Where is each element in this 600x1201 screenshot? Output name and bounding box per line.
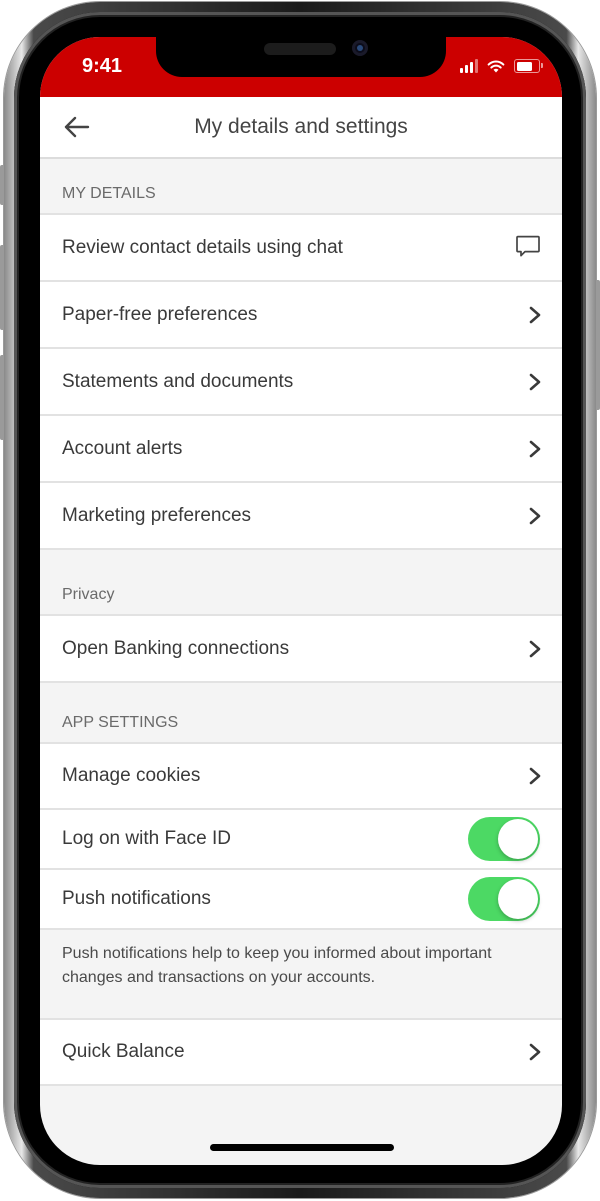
notch — [156, 37, 446, 77]
chevron-right-icon — [529, 640, 541, 657]
row-label: Manage cookies — [62, 765, 201, 786]
app-screen: 9:41 My details and settings MY DETAILS — [40, 37, 562, 1165]
push-notifications-description: Push notifications help to keep you info… — [40, 930, 562, 1020]
section-title: Privacy — [62, 586, 115, 603]
row-label: Push notifications — [62, 888, 211, 909]
row-label: Paper-free preferences — [62, 303, 258, 325]
chevron-right-icon — [529, 767, 541, 785]
row-account-alerts[interactable]: Account alerts — [40, 416, 562, 483]
status-time: 9:41 — [82, 55, 123, 77]
front-camera — [352, 40, 368, 56]
section-header-privacy: Privacy — [40, 550, 562, 616]
cellular-signal-icon — [460, 59, 478, 73]
row-push-notifications: Push notifications — [40, 870, 562, 930]
chevron-right-icon — [529, 373, 541, 390]
push-notifications-toggle[interactable] — [468, 877, 540, 921]
wifi-icon — [487, 60, 505, 73]
chat-bubble-icon — [516, 235, 540, 256]
row-paper-free-preferences[interactable]: Paper-free preferences — [40, 282, 562, 349]
section-header-my-details: MY DETAILS — [40, 159, 562, 215]
row-quick-balance[interactable]: Quick Balance — [40, 1020, 562, 1086]
section-header-app-settings: APP SETTINGS — [40, 683, 562, 744]
status-bar: 9:41 — [40, 37, 562, 97]
row-label: Statements and documents — [62, 370, 294, 392]
section-title: APP SETTINGS — [62, 714, 179, 731]
row-label: Review contact details using chat — [62, 236, 343, 258]
row-statements-and-documents[interactable]: Statements and documents — [40, 349, 562, 416]
volume-down-button — [0, 355, 4, 440]
chevron-right-icon — [529, 440, 541, 457]
row-manage-cookies[interactable]: Manage cookies — [40, 744, 562, 810]
nav-bar: My details and settings — [40, 97, 562, 159]
status-icons — [460, 59, 543, 73]
silent-switch — [0, 165, 4, 205]
row-label: Quick Balance — [62, 1041, 185, 1062]
row-open-banking-connections[interactable]: Open Banking connections — [40, 616, 562, 683]
settings-list: MY DETAILS Review contact details using … — [40, 159, 562, 1086]
row-review-contact-details[interactable]: Review contact details using chat — [40, 215, 562, 282]
toggle-knob — [498, 819, 538, 859]
toggle-knob — [498, 879, 538, 919]
row-label: Marketing preferences — [62, 504, 252, 526]
speaker — [264, 43, 336, 55]
row-label: Open Banking connections — [62, 637, 290, 659]
battery-icon — [514, 59, 543, 73]
face-id-toggle[interactable] — [468, 817, 540, 861]
row-label: Account alerts — [62, 437, 183, 459]
section-title: MY DETAILS — [62, 185, 156, 202]
volume-up-button — [0, 245, 4, 330]
chevron-right-icon — [529, 306, 541, 323]
home-indicator[interactable] — [210, 1144, 394, 1151]
row-label: Log on with Face ID — [62, 828, 231, 849]
row-marketing-preferences[interactable]: Marketing preferences — [40, 483, 562, 550]
chevron-right-icon — [529, 507, 541, 524]
chevron-right-icon — [529, 1043, 541, 1061]
power-button — [596, 280, 600, 410]
row-face-id: Log on with Face ID — [40, 810, 562, 870]
page-title: My details and settings — [194, 115, 408, 138]
